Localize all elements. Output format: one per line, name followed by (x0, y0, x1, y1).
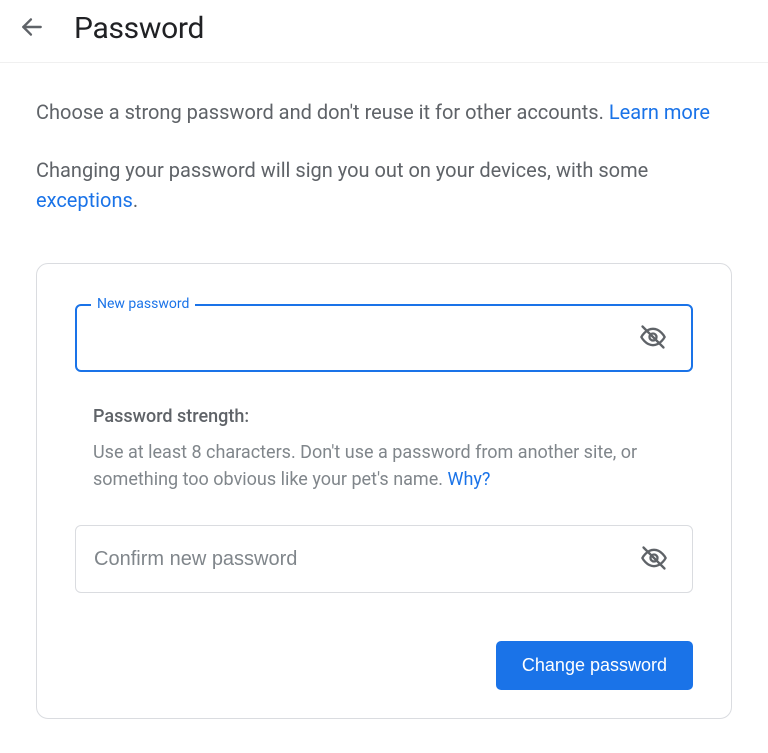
password-strength-why-link[interactable]: Why? (447, 469, 490, 490)
page-header: Password (0, 0, 768, 63)
password-card: New password Password strength: Use at l… (36, 263, 732, 719)
password-strength-section: Password strength: Use at least 8 charac… (75, 406, 693, 493)
toggle-new-password-visibility-button[interactable] (633, 318, 673, 358)
new-password-field-wrapper: New password (75, 304, 693, 372)
password-strength-desc: Use at least 8 characters. Don't use a p… (93, 439, 693, 493)
confirm-password-field-wrapper (75, 525, 693, 593)
password-strength-title: Password strength: (93, 406, 693, 427)
form-actions: Change password (75, 641, 693, 690)
intro-line-1: Choose a strong password and don't reuse… (36, 97, 732, 127)
arrow-left-icon (19, 14, 45, 43)
learn-more-link[interactable]: Learn more (609, 100, 710, 124)
back-button[interactable] (8, 4, 56, 52)
exceptions-link[interactable]: exceptions (36, 188, 133, 212)
new-password-input[interactable] (95, 328, 633, 349)
intro-text-2-suffix: . (133, 188, 138, 212)
password-strength-text: Use at least 8 characters. Don't use a p… (93, 442, 637, 490)
confirm-password-input[interactable] (94, 548, 634, 571)
intro-text-2: Changing your password will sign you out… (36, 158, 648, 182)
new-password-label: New password (91, 296, 195, 312)
intro-line-2: Changing your password will sign you out… (36, 155, 732, 215)
page-title: Password (74, 11, 204, 46)
eye-off-icon (640, 544, 668, 575)
page-content: Choose a strong password and don't reuse… (0, 63, 768, 719)
change-password-button[interactable]: Change password (496, 641, 693, 690)
intro-text-1: Choose a strong password and don't reuse… (36, 100, 609, 124)
eye-off-icon (639, 323, 667, 354)
toggle-confirm-password-visibility-button[interactable] (634, 539, 674, 579)
